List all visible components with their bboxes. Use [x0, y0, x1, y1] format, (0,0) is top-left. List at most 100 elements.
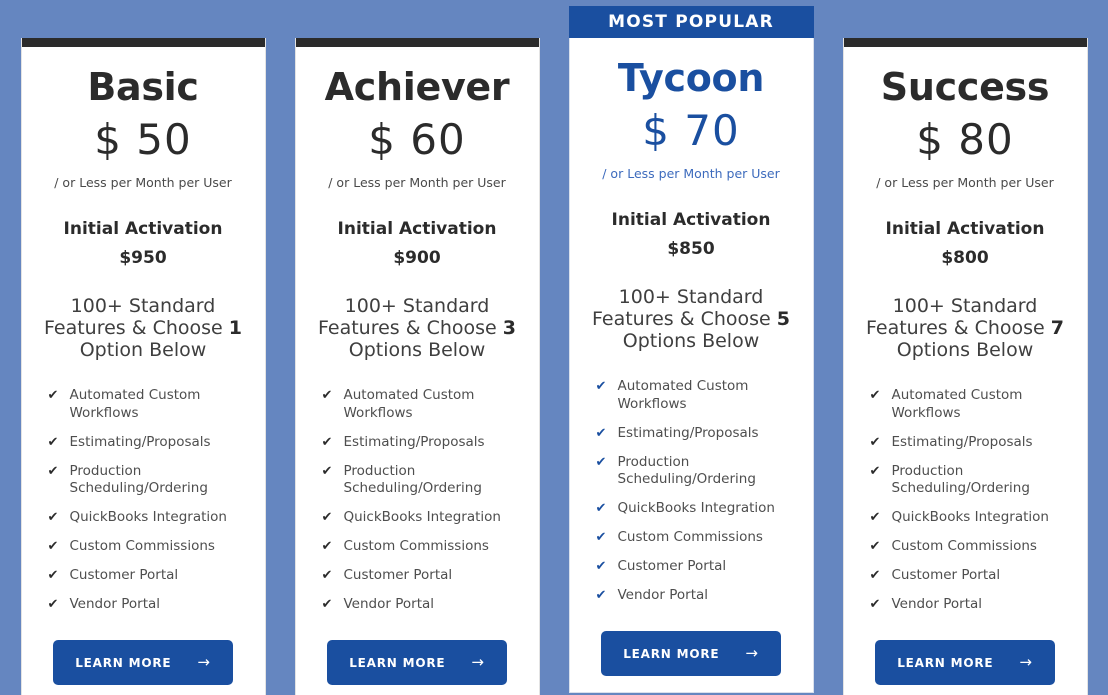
feature-item: ✔ Automated Custom Workflows [870, 387, 1073, 423]
plan-name: Basic [87, 65, 199, 109]
choose-prefix: 100+ Standard Features & Choose [317, 294, 503, 339]
plan-price: $ 80 [916, 114, 1014, 164]
check-icon: ✔ [321, 567, 333, 583]
feature-list: ✔ Automated Custom Workflows ✔ Estimating/P… [36, 387, 251, 624]
learn-more-button[interactable]: LEARN MORE → [601, 631, 781, 677]
check-icon: ✔ [47, 539, 59, 555]
feature-label: Custom Commissions [891, 538, 1037, 555]
feature-item: ✔ Estimating/Proposals [596, 425, 799, 443]
choose-suffix: Option Below [79, 338, 207, 361]
feature-item: ✔ Vendor Portal [596, 587, 799, 605]
feature-label: Estimating/Proposals [617, 424, 759, 441]
card-top-bar [295, 38, 539, 47]
feature-label: Automated Custom Workflows [343, 387, 475, 421]
choose-prefix: 100+ Standard Features & Choose [591, 285, 777, 330]
feature-item: ✔ Customer Portal [596, 558, 799, 576]
feature-item: ✔ Custom Commissions [870, 538, 1073, 556]
feature-item: ✔ QuickBooks Integration [48, 509, 251, 527]
plan-period: / or Less per Month per User [876, 175, 1054, 191]
activation-label: Initial Activation [885, 219, 1045, 240]
most-popular-badge: MOST POPULAR [568, 6, 814, 38]
card-body: Basic $ 50 / or Less per Month per User Ini… [22, 47, 265, 686]
check-icon: ✔ [47, 434, 59, 450]
choose-prefix: 100+ Standard Features & Choose [43, 294, 229, 339]
banner-slot [21, 0, 266, 38]
plan-card-success: Success $ 80 / or Less per Month per User I… [842, 0, 1088, 695]
feature-item: ✔ QuickBooks Integration [870, 509, 1073, 527]
feature-label: Customer Portal [891, 566, 1001, 583]
check-icon: ✔ [869, 510, 881, 526]
feature-label: QuickBooks Integration [69, 509, 228, 526]
plan-name: Achiever [324, 65, 510, 109]
check-icon: ✔ [47, 510, 59, 526]
check-icon: ✔ [47, 596, 59, 612]
plan-name: Success [880, 65, 1050, 109]
feature-label: Customer Portal [343, 566, 453, 583]
check-icon: ✔ [321, 434, 333, 450]
feature-item: ✔ Custom Commissions [596, 529, 799, 547]
feature-label: QuickBooks Integration [617, 500, 776, 517]
check-icon: ✔ [869, 463, 881, 479]
learn-more-button[interactable]: LEARN MORE → [53, 640, 233, 686]
choose-options-text: 100+ Standard Features & Choose 7 Option… [858, 295, 1073, 362]
feature-label: Custom Commissions [69, 538, 215, 555]
check-icon: ✔ [321, 596, 333, 612]
check-icon: ✔ [869, 388, 881, 404]
card-body: Tycoon $ 70 / or Less per Month per User In… [570, 38, 813, 677]
feature-item: ✔ Vendor Portal [322, 596, 525, 614]
check-icon: ✔ [321, 463, 333, 479]
choose-options-text: 100+ Standard Features & Choose 5 Option… [584, 286, 799, 353]
check-icon: ✔ [47, 567, 59, 583]
check-icon: ✔ [595, 530, 607, 546]
learn-more-button[interactable]: LEARN MORE → [875, 640, 1055, 686]
feature-item: ✔ Production Scheduling/Ordering [322, 463, 525, 499]
feature-label: Automated Custom Workflows [69, 387, 201, 421]
feature-label: Vendor Portal [891, 595, 983, 612]
activation-amount: $950 [119, 248, 167, 269]
feature-label: Production Scheduling/Ordering [891, 462, 1030, 497]
card: Achiever $ 60 / or Less per Month per User… [294, 38, 540, 695]
feature-item: ✔ QuickBooks Integration [596, 500, 799, 518]
cta-wrapper: LEARN MORE → [584, 615, 799, 677]
feature-item: ✔ Estimating/Proposals [870, 434, 1073, 452]
feature-list: ✔ Automated Custom Workflows ✔ Estimating/P… [310, 387, 525, 624]
feature-label: Production Scheduling/Ordering [617, 453, 756, 488]
banner-slot [843, 0, 1088, 38]
choose-options-text: 100+ Standard Features & Choose 1 Option… [36, 295, 251, 362]
card-body: Achiever $ 60 / or Less per Month per User… [296, 47, 539, 686]
choose-suffix: Options Below [896, 338, 1034, 361]
plan-period: / or Less per Month per User [54, 175, 232, 191]
banner-slot: MOST POPULAR [568, 0, 814, 38]
feature-item: ✔ Estimating/Proposals [48, 434, 251, 452]
cta-wrapper: LEARN MORE → [858, 624, 1073, 686]
feature-label: Automated Custom Workflows [617, 378, 749, 412]
activation-amount: $800 [941, 248, 989, 269]
check-icon: ✔ [595, 558, 607, 574]
learn-more-label: LEARN MORE [623, 646, 720, 661]
feature-item: ✔ Automated Custom Workflows [596, 378, 799, 414]
plan-name: Tycoon [617, 56, 765, 100]
card: Tycoon $ 70 / or Less per Month per User In… [568, 38, 814, 694]
feature-item: ✔ Automated Custom Workflows [322, 387, 525, 423]
feature-label: Production Scheduling/Ordering [69, 462, 208, 497]
feature-item: ✔ Customer Portal [870, 567, 1073, 585]
learn-more-button[interactable]: LEARN MORE → [327, 640, 507, 686]
check-icon: ✔ [869, 434, 881, 450]
learn-more-label: LEARN MORE [75, 655, 172, 670]
check-icon: ✔ [869, 596, 881, 612]
feature-item: ✔ Estimating/Proposals [322, 434, 525, 452]
check-icon: ✔ [595, 587, 607, 603]
feature-label: Vendor Portal [69, 595, 161, 612]
check-icon: ✔ [595, 501, 607, 517]
plan-price: $ 70 [642, 105, 740, 155]
feature-item: ✔ Customer Portal [48, 567, 251, 585]
choose-count: 3 [502, 316, 516, 339]
activation-amount: $850 [667, 239, 715, 260]
feature-label: Production Scheduling/Ordering [343, 462, 482, 497]
check-icon: ✔ [47, 388, 59, 404]
feature-item: ✔ Vendor Portal [870, 596, 1073, 614]
plan-card-achiever: Achiever $ 60 / or Less per Month per User… [294, 0, 540, 695]
feature-item: ✔ Customer Portal [322, 567, 525, 585]
activation-label: Initial Activation [611, 210, 771, 231]
plan-card-basic: Basic $ 50 / or Less per Month per User Ini… [20, 0, 266, 695]
